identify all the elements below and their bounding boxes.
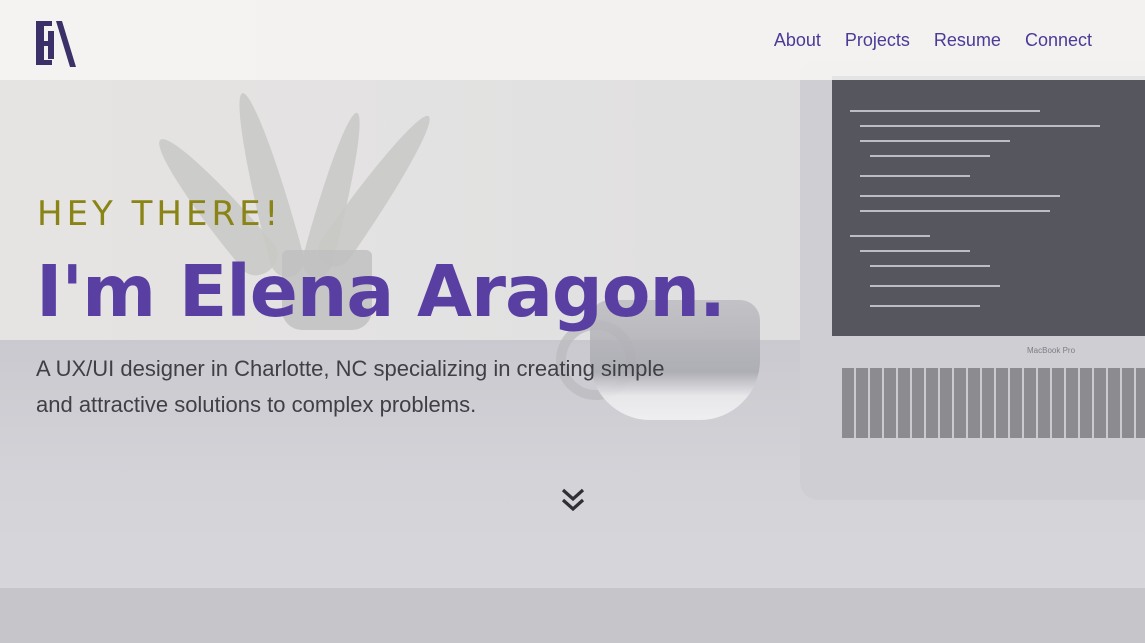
code-line <box>860 175 970 177</box>
nav-link-projects[interactable]: Projects <box>845 30 910 51</box>
double-chevron-down-icon[interactable] <box>560 486 586 514</box>
code-line <box>860 250 970 252</box>
laptop-label: MacBook Pro <box>1027 346 1076 355</box>
site-header: About Projects Resume Connect <box>0 0 1145 80</box>
laptop-keyboard <box>842 368 1145 438</box>
code-line <box>850 110 1040 112</box>
background-desk-edge <box>0 588 1145 643</box>
nav-link-about[interactable]: About <box>774 30 821 51</box>
page: MacBook Pro About Projects Resume Connec… <box>0 0 1145 643</box>
nav-link-resume[interactable]: Resume <box>934 30 1001 51</box>
logo-icon[interactable] <box>36 19 78 69</box>
code-line <box>870 155 990 157</box>
code-line <box>860 210 1050 212</box>
code-line <box>860 140 1010 142</box>
code-line <box>870 265 990 267</box>
code-line <box>850 235 930 237</box>
hero-tagline: A UX/UI designer in Charlotte, NC specia… <box>36 356 665 417</box>
code-line <box>870 305 980 307</box>
code-line <box>860 195 1060 197</box>
main-nav: About Projects Resume Connect <box>774 30 1092 51</box>
laptop-screen <box>832 76 1145 336</box>
hero-greeting: HEY THERE! <box>37 194 283 234</box>
nav-link-connect[interactable]: Connect <box>1025 30 1092 51</box>
code-line <box>860 125 1100 127</box>
code-line <box>870 285 1000 287</box>
hero-name: I'm Elena Aragon. <box>36 250 726 333</box>
